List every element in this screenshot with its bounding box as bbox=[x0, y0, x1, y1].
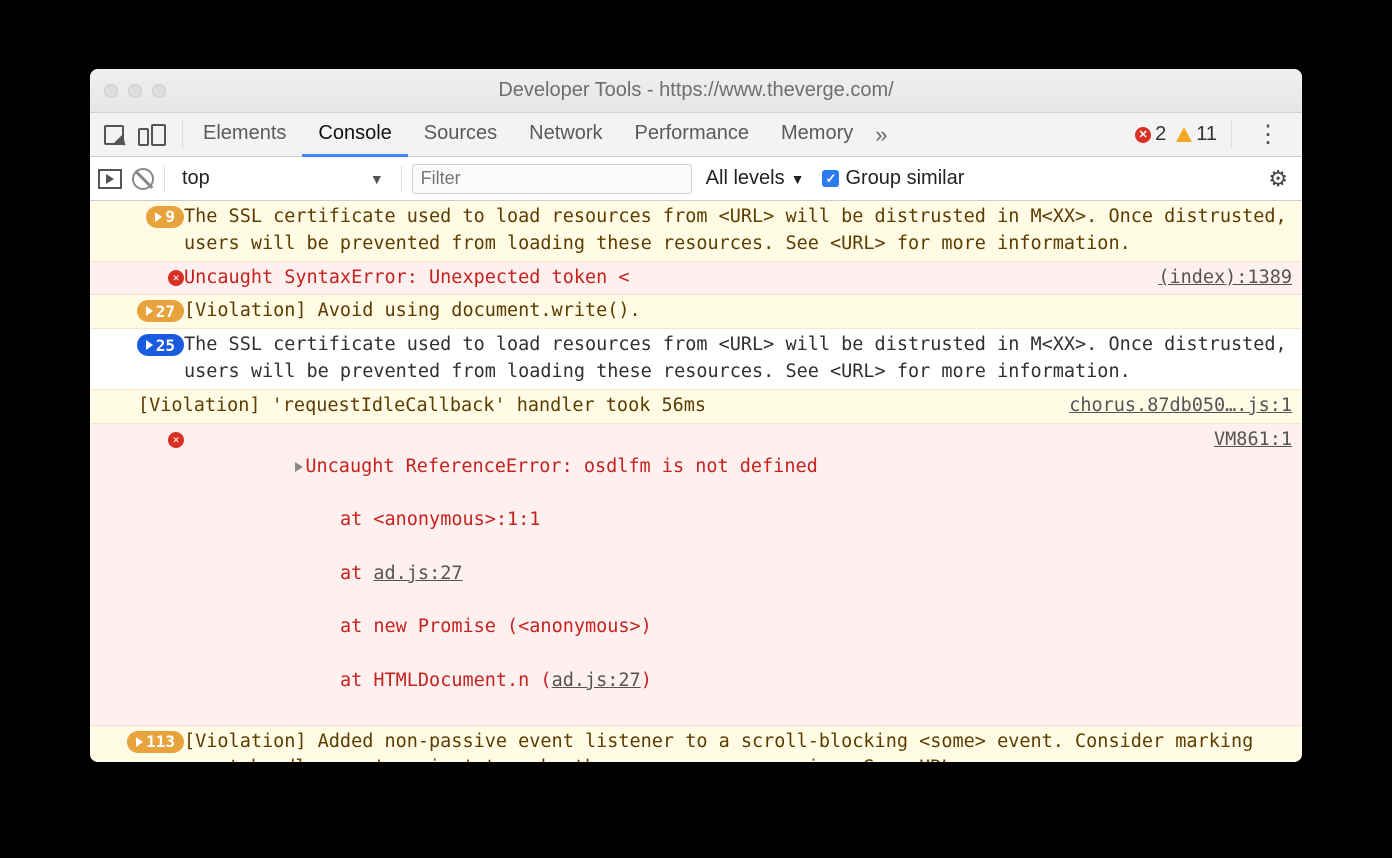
context-selector[interactable]: top ▼ bbox=[175, 163, 391, 195]
tab-performance[interactable]: Performance bbox=[619, 113, 766, 157]
console-message: Uncaught SyntaxError: Unexpected token < bbox=[184, 265, 1138, 292]
warning-icon bbox=[1176, 127, 1192, 142]
log-levels-label: All levels bbox=[706, 167, 785, 190]
expand-icon[interactable] bbox=[295, 462, 303, 472]
tab-elements[interactable]: Elements bbox=[187, 113, 302, 157]
console-message: Uncaught ReferenceError: osdlfm is not d… bbox=[184, 427, 1194, 722]
stack-link[interactable]: ad.js:27 bbox=[552, 670, 641, 691]
error-icon: ✕ bbox=[168, 432, 184, 448]
filter-input[interactable] bbox=[412, 164, 692, 194]
device-toggle-icon[interactable] bbox=[138, 124, 166, 146]
source-link[interactable]: chorus.87db050….js:1 bbox=[1069, 393, 1292, 420]
more-tabs-icon[interactable]: » bbox=[869, 122, 893, 148]
clear-console-icon[interactable] bbox=[132, 168, 154, 190]
settings-icon[interactable]: ⚙ bbox=[1268, 166, 1294, 192]
tab-sources[interactable]: Sources bbox=[408, 113, 513, 157]
log-levels-selector[interactable]: All levels ▼ bbox=[702, 167, 809, 190]
repeat-count-badge: 27 bbox=[137, 300, 184, 322]
error-count: 2 bbox=[1155, 123, 1166, 146]
console-row[interactable]: ✕ Uncaught SyntaxError: Unexpected token… bbox=[90, 262, 1302, 296]
console-message: [Violation] 'requestIdleCallback' handle… bbox=[138, 393, 1049, 420]
warning-count: 11 bbox=[1196, 123, 1217, 146]
devtools-window: Developer Tools - https://www.theverge.c… bbox=[90, 69, 1302, 762]
console-toolbar: top ▼ All levels ▼ ✓ Group similar ⚙ bbox=[90, 157, 1302, 201]
error-icon: ✕ bbox=[168, 270, 184, 286]
tab-console[interactable]: Console bbox=[302, 113, 407, 157]
show-console-sidebar-icon[interactable] bbox=[98, 169, 122, 189]
checkbox-checked-icon: ✓ bbox=[822, 170, 839, 187]
error-icon: ✕ bbox=[1135, 127, 1151, 143]
console-message: The SSL certificate used to load resourc… bbox=[184, 332, 1292, 386]
console-row[interactable]: [Violation] 'requestIdleCallback' handle… bbox=[90, 390, 1302, 424]
source-link[interactable]: VM861:1 bbox=[1214, 427, 1292, 454]
warning-counter[interactable]: 11 bbox=[1176, 123, 1217, 146]
console-row[interactable]: 9 The SSL certificate used to load resou… bbox=[90, 201, 1302, 262]
console-output: 9 The SSL certificate used to load resou… bbox=[90, 201, 1302, 762]
repeat-count-badge: 25 bbox=[137, 334, 184, 356]
chevron-down-icon: ▼ bbox=[791, 171, 805, 187]
group-similar-label: Group similar bbox=[845, 167, 964, 190]
stack-link[interactable]: ad.js:27 bbox=[373, 563, 462, 584]
menu-icon[interactable]: ⋮ bbox=[1246, 123, 1290, 147]
console-row[interactable]: 113 [Violation] Added non-passive event … bbox=[90, 726, 1302, 762]
panel-tabbar: Elements Console Sources Network Perform… bbox=[90, 113, 1302, 157]
console-row[interactable]: ✕ Uncaught ReferenceError: osdlfm is not… bbox=[90, 424, 1302, 726]
console-message: The SSL certificate used to load resourc… bbox=[184, 204, 1292, 258]
console-row[interactable]: 25 The SSL certificate used to load reso… bbox=[90, 329, 1302, 390]
console-message: [Violation] Avoid using document.write()… bbox=[184, 298, 1292, 325]
context-selector-label: top bbox=[182, 167, 210, 190]
error-counter[interactable]: ✕ 2 bbox=[1135, 123, 1166, 146]
repeat-count-badge: 9 bbox=[146, 206, 184, 228]
source-link[interactable]: (index):1389 bbox=[1158, 265, 1292, 292]
repeat-count-badge: 113 bbox=[127, 731, 184, 753]
chevron-down-icon: ▼ bbox=[370, 171, 384, 187]
inspect-icon[interactable] bbox=[104, 125, 124, 145]
console-row[interactable]: 27 [Violation] Avoid using document.writ… bbox=[90, 295, 1302, 329]
group-similar-toggle[interactable]: ✓ Group similar bbox=[818, 167, 968, 190]
tab-network[interactable]: Network bbox=[513, 113, 618, 157]
titlebar: Developer Tools - https://www.theverge.c… bbox=[90, 69, 1302, 113]
tab-memory[interactable]: Memory bbox=[765, 113, 869, 157]
window-title: Developer Tools - https://www.theverge.c… bbox=[90, 79, 1302, 102]
console-message: [Violation] Added non-passive event list… bbox=[184, 729, 1292, 762]
